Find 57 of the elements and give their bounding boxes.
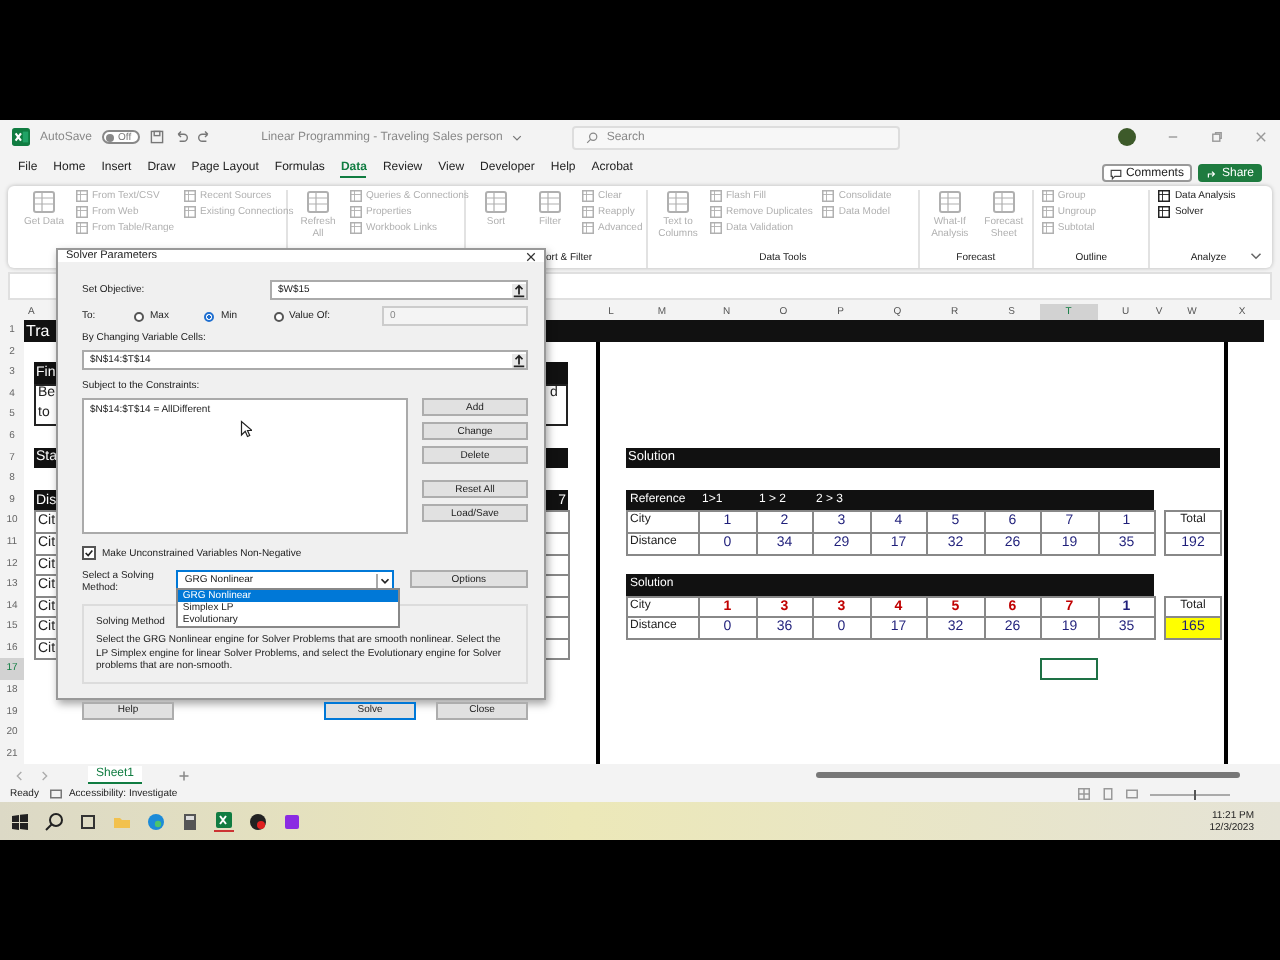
table-icon (184, 205, 197, 218)
table-icon (350, 189, 362, 202)
spreadsheet-app-icon[interactable] (214, 810, 234, 833)
collapse-dialog-icon[interactable] (512, 353, 526, 367)
table-icon (350, 221, 362, 234)
browser-icon[interactable] (146, 811, 166, 832)
calculator-icon[interactable] (180, 811, 200, 832)
close-icon[interactable] (526, 251, 536, 261)
table-icon (1158, 205, 1171, 218)
table-icon (822, 205, 835, 218)
table-icon (32, 189, 56, 214)
mouse-pointer-icon (240, 420, 252, 438)
table-icon (582, 205, 594, 218)
page-layout-icon[interactable] (1102, 788, 1114, 801)
table-icon (710, 221, 722, 234)
page-break-icon[interactable] (1126, 788, 1138, 801)
table-icon (710, 189, 722, 202)
macro-icon[interactable] (50, 788, 63, 801)
table-icon (306, 189, 330, 214)
undo-icon[interactable] (173, 130, 188, 145)
normal-view-icon[interactable] (1078, 788, 1090, 801)
task-view-icon[interactable] (78, 811, 98, 832)
record-app-icon[interactable] (248, 811, 268, 832)
selected-cell[interactable] (1040, 658, 1097, 681)
table-icon (991, 189, 1016, 214)
search-icon[interactable] (44, 811, 64, 832)
table-icon (666, 189, 690, 214)
table-icon (582, 189, 594, 202)
start-icon[interactable] (10, 811, 30, 832)
title-text: Tra (26, 321, 50, 340)
search-icon (586, 131, 599, 144)
table-icon (350, 205, 362, 218)
table-icon (1041, 221, 1054, 234)
table-icon (76, 221, 88, 234)
table-icon (1041, 205, 1054, 218)
table-icon (937, 189, 962, 214)
comment-icon (1109, 167, 1122, 180)
table-icon (822, 189, 835, 202)
restore-icon[interactable] (1210, 130, 1224, 145)
app-icon[interactable] (282, 811, 302, 832)
table-icon (1158, 189, 1171, 202)
table-icon (710, 205, 722, 218)
add-icon[interactable] (178, 769, 191, 782)
save-icon[interactable] (149, 130, 164, 145)
table-icon (184, 189, 197, 202)
collapse-dialog-icon[interactable] (512, 283, 526, 297)
table-icon (484, 189, 508, 214)
table-icon (538, 189, 562, 214)
table-icon (582, 221, 594, 234)
spreadsheet-logo-icon (12, 128, 30, 147)
redo-icon[interactable] (197, 130, 212, 145)
avatar[interactable] (1118, 128, 1136, 147)
share-icon (1205, 167, 1218, 180)
checkmark-icon (84, 548, 94, 558)
table-icon (1041, 189, 1054, 202)
table-icon (76, 205, 88, 218)
table-icon (76, 189, 88, 202)
